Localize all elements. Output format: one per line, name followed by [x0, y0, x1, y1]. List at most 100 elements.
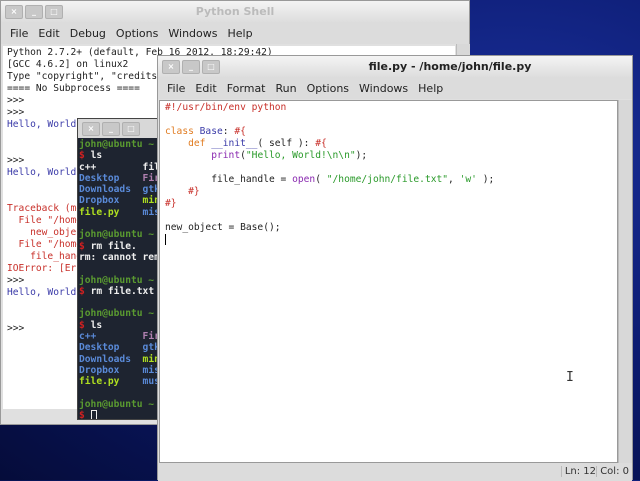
menu-options[interactable]: Options: [111, 27, 163, 40]
code-token: "Hello, World!\n\n": [245, 150, 356, 161]
menu-help[interactable]: Help: [413, 82, 448, 95]
code-token: (: [315, 174, 327, 185]
menu-debug[interactable]: Debug: [65, 27, 111, 40]
minimize-icon[interactable]: _: [102, 122, 120, 136]
menu-options[interactable]: Options: [302, 82, 354, 95]
terminal-cursor[interactable]: [90, 410, 97, 419]
terminal-titlebar[interactable]: × _ □: [78, 119, 157, 138]
terminal-text: gtk: [142, 184, 157, 196]
terminal-line: rm: cannot rem: [79, 252, 157, 263]
terminal-line: $ rm file.: [79, 241, 157, 252]
code-token: ,: [448, 174, 460, 185]
terminal-text: fil: [142, 161, 157, 173]
code-token: file_handle =: [165, 174, 293, 185]
terminal-line: c++ Fir: [79, 331, 157, 342]
terminal-text: c++: [79, 161, 143, 173]
terminal-line: $: [79, 410, 157, 419]
code-line: file_handle = open( "/home/john/file.txt…: [165, 174, 612, 186]
terminal-line: $ ls: [79, 320, 157, 331]
editor-scrollbar[interactable]: [618, 100, 632, 463]
terminal-text: c++: [79, 331, 143, 343]
code-token: #}: [188, 186, 200, 197]
menu-windows[interactable]: Windows: [354, 82, 413, 95]
terminal-text: john@ubuntu ~: [79, 274, 155, 286]
editor-titlebar[interactable]: × _ □ file.py - /home/john/file.py: [158, 56, 632, 78]
terminal-text: gtk: [142, 342, 157, 354]
code-token: ( self ):: [257, 138, 316, 149]
terminal-text: Desktop: [79, 342, 143, 354]
menu-file[interactable]: File: [162, 82, 190, 95]
terminal-line: Desktop Fir: [79, 173, 157, 184]
code-token: :: [222, 126, 235, 137]
terminal-text: rm: cannot rem: [79, 251, 157, 263]
editor-title: file.py - /home/john/file.py: [368, 60, 532, 73]
shell-titlebar[interactable]: × _ □ Python Shell: [1, 1, 469, 23]
terminal-text: Downloads: [79, 353, 143, 365]
terminal-line: Dropbox min: [79, 195, 157, 206]
terminal-text: $: [79, 319, 91, 331]
editor-text-area[interactable]: #!/usr/bin/env python class Base: #{ def …: [159, 100, 618, 463]
maximize-icon[interactable]: □: [45, 5, 63, 19]
code-token: #{: [315, 138, 327, 149]
terminal-text: min: [142, 353, 157, 365]
shell-menubar: File Edit Debug Options Windows Help: [1, 23, 469, 44]
terminal-window: × _ □ john@ubuntu ~ $ ls c++ fil Desktop Fir D…: [77, 118, 158, 420]
terminal-output[interactable]: john@ubuntu ~ $ ls c++ fil Desktop Fir Downl…: [79, 139, 157, 419]
code-token: new_object = Base();: [165, 222, 281, 233]
editor-window: × _ □ file.py - /home/john/file.py File Edi…: [157, 55, 633, 481]
minimize-icon[interactable]: _: [182, 60, 200, 74]
code-token: def: [188, 138, 212, 149]
terminal-line: file.py mis: [79, 207, 157, 218]
terminal-text: rm file.txt: [90, 285, 155, 297]
code-token: Base: [199, 126, 223, 137]
menu-edit[interactable]: Edit: [33, 27, 64, 40]
close-icon[interactable]: ×: [82, 122, 100, 136]
close-icon[interactable]: ×: [5, 5, 23, 19]
menu-format[interactable]: Format: [222, 82, 271, 95]
status-col: Col: 0: [596, 466, 629, 477]
minimize-icon[interactable]: _: [25, 5, 43, 19]
maximize-icon[interactable]: □: [122, 122, 140, 136]
menu-windows[interactable]: Windows: [163, 27, 222, 40]
terminal-text: rm file.: [90, 240, 137, 252]
terminal-text: Desktop: [79, 172, 143, 184]
terminal-line: Downloads gtk: [79, 184, 157, 195]
terminal-line: file.py mus: [79, 376, 157, 387]
code-token: 'w': [459, 174, 477, 185]
code-token: #}: [165, 198, 177, 209]
code-token: );: [476, 174, 495, 185]
terminal-text: Downloads: [79, 184, 143, 196]
terminal-text: john@ubuntu ~: [79, 139, 155, 150]
terminal-text: file.py: [79, 376, 143, 388]
menu-help[interactable]: Help: [222, 27, 257, 40]
code-token: __init__: [211, 138, 258, 149]
terminal-text: min: [142, 195, 157, 207]
code-line: class Base: #{: [165, 126, 612, 138]
terminal-line: john@ubuntu ~: [79, 229, 157, 240]
terminal-text: $: [79, 150, 91, 162]
terminal-text: john@ubuntu ~: [79, 229, 155, 241]
terminal-text: mis: [142, 364, 157, 376]
maximize-icon[interactable]: □: [202, 60, 220, 74]
code-token: #!/usr/bin/env python: [165, 102, 287, 113]
terminal-text: ls: [90, 319, 103, 331]
terminal-line: c++ fil: [79, 162, 157, 173]
terminal-text: $: [79, 240, 91, 252]
code-token: class: [165, 126, 200, 137]
close-icon[interactable]: ×: [162, 60, 180, 74]
terminal-line: john@ubuntu ~: [79, 139, 157, 150]
terminal-line: Desktop gtk: [79, 342, 157, 353]
status-line: Ln: 12: [560, 466, 596, 477]
menu-file[interactable]: File: [5, 27, 33, 40]
menu-run[interactable]: Run: [271, 82, 302, 95]
terminal-text: Fir: [142, 331, 157, 343]
code-token: );: [355, 150, 368, 161]
terminal-text: john@ubuntu ~: [79, 398, 155, 410]
menu-edit[interactable]: Edit: [190, 82, 221, 95]
terminal-text: $: [79, 410, 91, 419]
